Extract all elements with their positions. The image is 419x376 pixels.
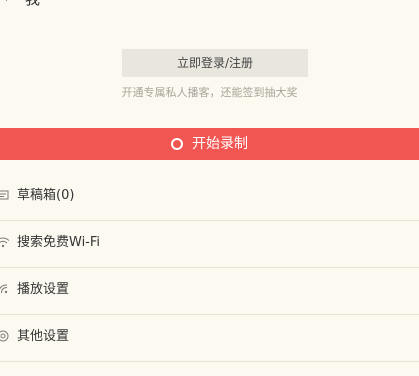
menu-item-other-settings[interactable]: 其他设置: [0, 315, 419, 362]
page-title: 我: [25, 0, 40, 7]
settings-menu: 草稿箱(0) 搜索免费Wi-Fi 播放设置 其他设置: [0, 174, 419, 362]
top-bar: ‹ 我: [0, 0, 419, 8]
menu-item-label: 草稿箱(0): [17, 188, 75, 203]
menu-item-wifi[interactable]: 搜索免费Wi-Fi: [0, 221, 419, 268]
menu-item-play-settings[interactable]: 播放设置: [0, 268, 419, 315]
drafts-icon: [0, 188, 10, 202]
menu-item-label: 其他设置: [17, 329, 70, 344]
menu-item-label: 播放设置: [17, 282, 70, 297]
login-hint-text: 开通专属私人播客，还能签到抽大奖: [121, 86, 298, 99]
wifi-icon: [0, 235, 10, 249]
record-icon: [171, 138, 183, 150]
login-register-button[interactable]: 立即登录/注册: [122, 49, 308, 77]
play-settings-icon: [0, 282, 10, 296]
back-arrow-icon[interactable]: ‹: [3, 0, 8, 5]
menu-item-drafts[interactable]: 草稿箱(0): [0, 174, 419, 221]
start-recording-button[interactable]: 开始录制: [0, 128, 419, 160]
start-recording-label: 开始录制: [192, 136, 248, 152]
other-settings-icon: [0, 329, 10, 343]
menu-item-label: 搜索免费Wi-Fi: [17, 235, 101, 250]
